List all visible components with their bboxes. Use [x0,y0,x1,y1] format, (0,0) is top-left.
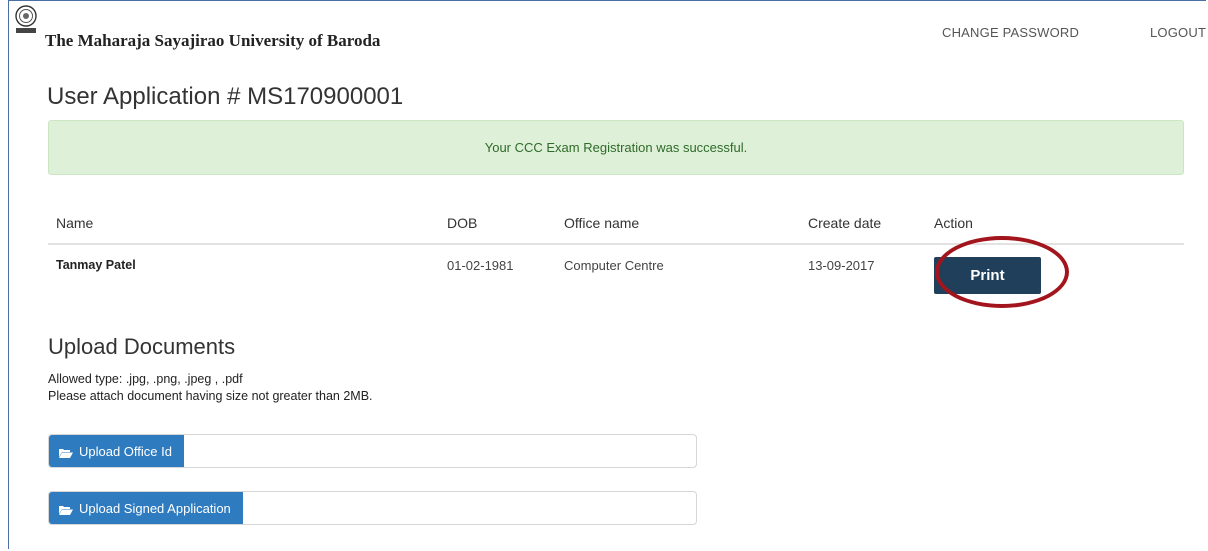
upload-office-id-label: Upload Office Id [79,443,172,459]
application-table: Name DOB Office name Create date Action … [48,205,1184,305]
header-office: Office name [564,215,640,231]
signed-application-file-field[interactable] [243,492,696,524]
university-seal-icon [12,5,40,35]
table-header: Name DOB Office name Create date Action [48,205,1184,245]
logout-link[interactable]: LOGOUT [1150,25,1206,40]
cell-office: Computer Centre [564,258,664,273]
upload-signed-application-label: Upload Signed Application [79,500,231,516]
success-alert: Your CCC Exam Registration was successfu… [48,120,1184,175]
header: The Maharaja Sayajirao University of Bar… [9,1,1207,65]
app-frame: The Maharaja Sayajirao University of Bar… [8,0,1206,549]
size-limit-text: Please attach document having size not g… [48,389,373,403]
office-id-file-field[interactable] [184,435,696,467]
print-button[interactable]: Print [934,257,1041,294]
cell-name: Tanmay Patel [56,258,136,272]
table-row: Tanmay Patel 01-02-1981 Computer Centre … [48,245,1184,305]
folder-open-icon [59,503,73,515]
alert-message: Your CCC Exam Registration was successfu… [484,140,748,155]
upload-signed-application-button[interactable]: Upload Signed Application [49,492,243,524]
header-create-date: Create date [808,215,882,231]
allowed-types-text: Allowed type: .jpg, .png, .jpeg , .pdf [48,372,243,386]
folder-open-icon [59,446,73,458]
change-password-link[interactable]: CHANGE PASSWORD [942,25,1079,40]
upload-documents-title: Upload Documents [48,334,236,359]
upload-signed-application-group: Upload Signed Application [48,491,697,525]
brand-title: The Maharaja Sayajirao University of Bar… [45,31,381,50]
upload-office-id-group: Upload Office Id [48,434,697,468]
cell-dob: 01-02-1981 [447,258,514,273]
header-name: Name [56,215,94,231]
header-action: Action [934,215,973,231]
upload-office-id-button[interactable]: Upload Office Id [49,435,184,467]
upload-info: Allowed type: .jpg, .png, .jpeg , .pdf P… [48,371,373,405]
page-title: User Application # MS170900001 [47,83,404,110]
header-dob: DOB [447,215,478,231]
cell-create-date: 13-09-2017 [808,258,875,273]
